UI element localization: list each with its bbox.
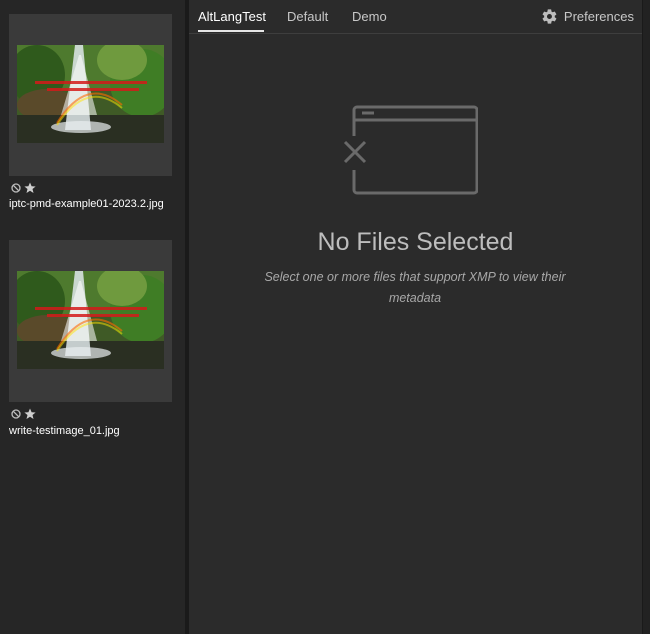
active-tab-indicator <box>198 30 264 32</box>
file-name[interactable]: iptc-pmd-example01-2023.2.jpg <box>9 198 164 210</box>
preferences-label: Preferences <box>563 9 634 24</box>
app-window: iptc-pmd-example01-2023.2.jpg write-test… <box>0 0 650 634</box>
preferences-button[interactable]: Preferences <box>541 8 634 25</box>
empty-state-title: No Files Selected <box>317 228 514 256</box>
scrollbar[interactable] <box>642 0 650 634</box>
thumbnail-meta <box>11 181 36 195</box>
thumbnail-card[interactable] <box>9 14 172 176</box>
filmstrip-panel: iptc-pmd-example01-2023.2.jpg write-test… <box>0 0 185 634</box>
tab-demo[interactable]: Demo <box>352 9 387 24</box>
tab-altlangtest[interactable]: AltLangTest <box>198 9 266 24</box>
thumbnail-image <box>17 45 164 143</box>
metadata-panel: AltLangTest Default Demo Preferences No … <box>189 0 642 634</box>
no-label-icon[interactable] <box>11 183 21 193</box>
tab-bar: AltLangTest Default Demo Preferences <box>189 0 642 34</box>
empty-state-subtitle: Select one or more files that support XM… <box>264 270 566 305</box>
gear-icon <box>542 9 557 24</box>
star-icon[interactable] <box>24 182 36 194</box>
star-icon[interactable] <box>24 408 36 420</box>
file-name[interactable]: write-testimage_01.jpg <box>9 425 120 437</box>
thumbnail-card[interactable] <box>9 240 172 402</box>
file-error-icon <box>338 105 478 195</box>
tab-default[interactable]: Default <box>287 9 328 24</box>
thumbnail-meta <box>11 407 36 421</box>
no-label-icon[interactable] <box>11 409 21 419</box>
thumbnail-image <box>17 271 164 369</box>
